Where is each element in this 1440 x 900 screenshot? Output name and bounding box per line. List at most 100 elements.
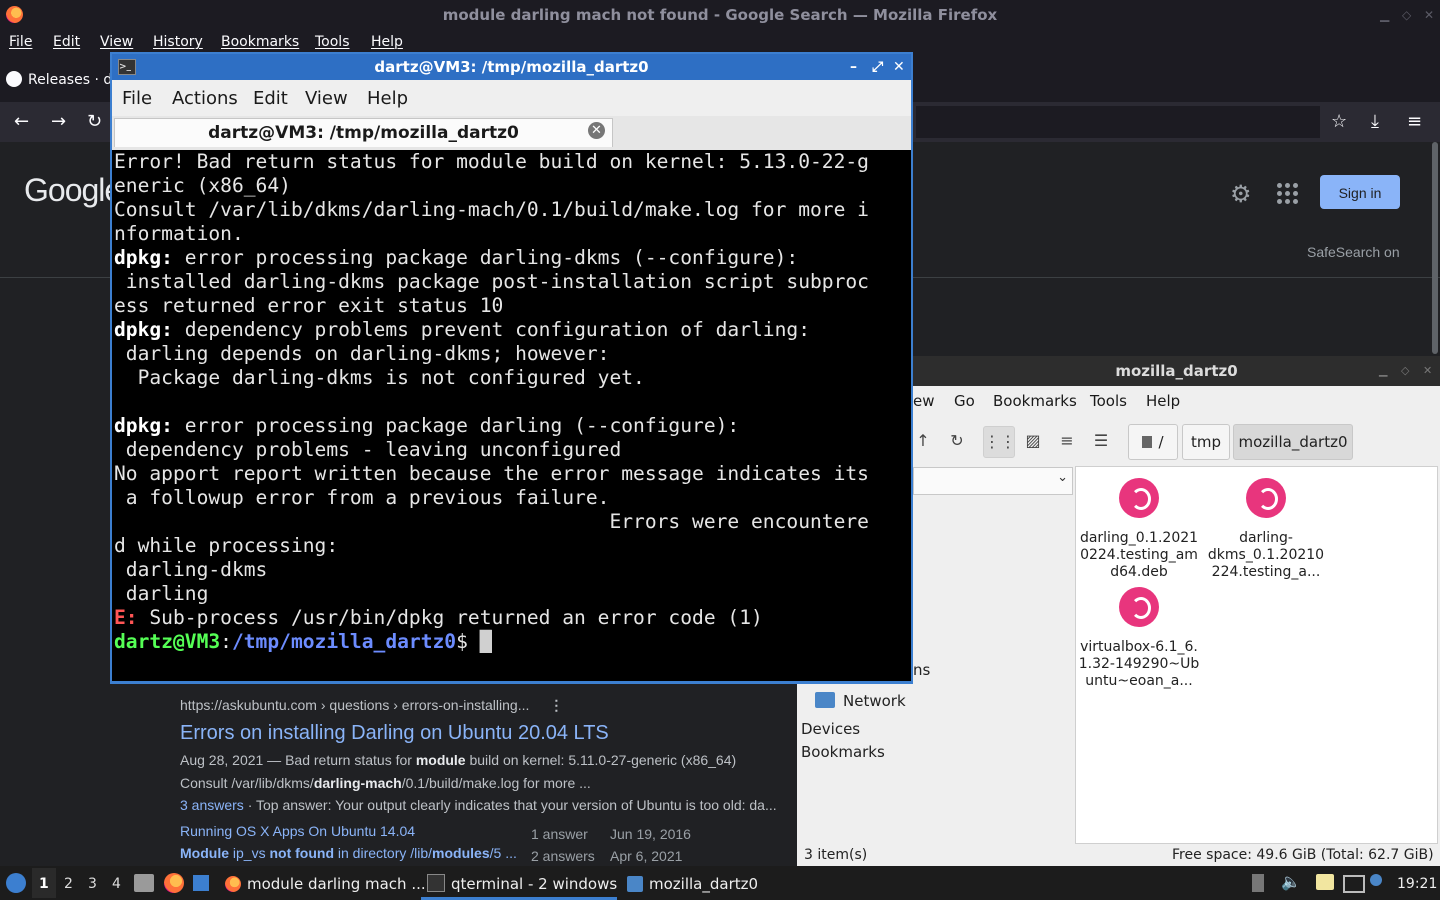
task-qterminal[interactable]: qterminal - 2 windows bbox=[427, 868, 617, 900]
side-pane-selector[interactable]: ⌄ bbox=[913, 467, 1073, 495]
side-item-label: Network bbox=[843, 692, 906, 710]
terminal-line: Error! Bad return status for module buil… bbox=[114, 150, 869, 173]
task-file-manager[interactable]: mozilla_dartz0 bbox=[627, 868, 758, 900]
workspace-3[interactable]: 3 bbox=[88, 876, 97, 892]
minimize-icon[interactable]: – bbox=[850, 54, 857, 80]
close-icon[interactable]: ✕ bbox=[1424, 0, 1434, 30]
close-icon[interactable]: ✕ bbox=[1423, 356, 1432, 386]
desktop-icon[interactable] bbox=[193, 875, 209, 891]
clock[interactable]: 19:21 bbox=[1397, 876, 1437, 892]
sub-result-row[interactable]: Running OS X Apps On Ubuntu 14.04 1 answe… bbox=[180, 823, 691, 842]
back-arrow-icon[interactable]: ← bbox=[14, 102, 29, 142]
breadcrumb-tmp[interactable]: tmp bbox=[1182, 424, 1230, 460]
side-pane-partial-item[interactable]: ns bbox=[913, 661, 930, 679]
apps-grid-icon[interactable] bbox=[1277, 183, 1299, 205]
maximize-icon[interactable]: ◇ bbox=[1401, 356, 1409, 386]
page-scrollbar[interactable] bbox=[1432, 142, 1438, 354]
workspace-1[interactable]: 1 bbox=[39, 876, 49, 892]
reload-icon[interactable]: ↻ bbox=[87, 102, 102, 142]
breadcrumb-root[interactable]: / bbox=[1128, 424, 1178, 460]
sub-result-date: Jun 19, 2016 bbox=[610, 826, 691, 842]
dpkg-label: dpkg: bbox=[114, 318, 173, 341]
forward-arrow-icon[interactable]: → bbox=[51, 102, 66, 142]
thumbnail-view-icon[interactable]: ▨ bbox=[1018, 426, 1048, 456]
folder-icon bbox=[627, 876, 643, 892]
start-menu-icon[interactable] bbox=[6, 873, 26, 893]
google-logo[interactable]: Google bbox=[24, 172, 122, 209]
snippet-text: /0.1/build/make.log for more ... bbox=[401, 775, 591, 791]
terminal-tab[interactable]: dartz@VM3: /tmp/mozilla_dartz0 bbox=[114, 118, 613, 147]
menu-edit[interactable]: Edit bbox=[53, 34, 80, 50]
sub-title-text: in directory /lib/ bbox=[334, 845, 433, 861]
side-section-bookmarks[interactable]: Bookmarks bbox=[801, 743, 885, 761]
terminal-menu-file[interactable]: File bbox=[122, 88, 152, 109]
sign-in-button[interactable]: Sign in bbox=[1320, 175, 1400, 209]
file-name: darling- dkms_0.1.20210 224.testing_a... bbox=[1207, 530, 1325, 580]
firefox-launcher-icon[interactable] bbox=[164, 873, 184, 893]
terminal-line: No apport report written because the err… bbox=[114, 462, 869, 485]
menu-bookmarks[interactable]: Bookmarks bbox=[221, 34, 299, 50]
more-options-icon[interactable]: ⋮ bbox=[549, 697, 563, 713]
menu-history[interactable]: History bbox=[153, 34, 203, 50]
minimize-icon[interactable]: ▁ bbox=[1379, 356, 1387, 386]
file-item[interactable]: darling- dkms_0.1.20210 224.testing_a... bbox=[1204, 470, 1328, 581]
menu-tools[interactable]: Tools bbox=[315, 34, 350, 50]
sub-result-row[interactable]: Module ip_vs not found in directory /lib… bbox=[180, 845, 682, 864]
terminal-menu-edit[interactable]: Edit bbox=[253, 88, 288, 109]
side-section-devices[interactable]: Devices bbox=[801, 720, 860, 738]
minimize-icon[interactable]: ▁ bbox=[1380, 0, 1389, 30]
task-firefox[interactable]: module darling mach ... bbox=[225, 868, 426, 900]
terminal-menu-actions[interactable]: Actions bbox=[172, 88, 238, 109]
reload-icon[interactable]: ↻ bbox=[942, 426, 972, 456]
bookmark-star-icon[interactable]: ☆ bbox=[1331, 102, 1347, 142]
maximize-icon[interactable]: ⤢ bbox=[872, 54, 883, 80]
result-title-link[interactable]: Errors on installing Darling on Ubuntu 2… bbox=[180, 722, 609, 745]
fm-menu-view[interactable]: ew bbox=[913, 392, 935, 410]
terminal-line: darling bbox=[114, 582, 209, 605]
answers-link[interactable]: 3 answers bbox=[180, 797, 244, 813]
file-item[interactable]: darling_0.1.2021 0224.testing_am d64.deb bbox=[1077, 470, 1201, 581]
breadcrumb-mozilla-dartz0[interactable]: mozilla_dartz0 bbox=[1233, 424, 1353, 460]
network-monitor-icon[interactable] bbox=[1343, 875, 1365, 893]
menu-help[interactable]: Help bbox=[371, 34, 403, 50]
file-item[interactable]: virtualbox-6.1_6. 1.32-149290~Ub untu~eo… bbox=[1077, 579, 1201, 690]
close-icon[interactable]: ✕ bbox=[893, 54, 905, 80]
sub-result-answers: 2 answers bbox=[531, 848, 595, 864]
workspace-2[interactable]: 2 bbox=[64, 876, 73, 892]
clipboard-icon[interactable] bbox=[1316, 874, 1334, 890]
result-url[interactable]: https://askubuntu.com › questions › erro… bbox=[180, 697, 563, 714]
side-item-network[interactable]: Network bbox=[815, 692, 906, 710]
terminal-line: installed darling-dkms package post-inst… bbox=[114, 270, 869, 293]
compact-view-icon[interactable]: ≡ bbox=[1052, 426, 1082, 456]
maximize-icon[interactable]: ◇ bbox=[1402, 0, 1411, 30]
fm-menu-help[interactable]: Help bbox=[1146, 392, 1180, 410]
detailed-view-icon[interactable]: ☰ bbox=[1086, 426, 1116, 456]
hamburger-menu-icon[interactable]: ≡ bbox=[1407, 102, 1422, 142]
snippet-bold: module bbox=[415, 752, 466, 768]
battery-icon[interactable] bbox=[1252, 874, 1264, 892]
terminal-line: d while processing: bbox=[114, 534, 339, 557]
file-manager-title: mozilla_dartz0 bbox=[1115, 362, 1238, 380]
file-manager-launcher-icon[interactable] bbox=[134, 874, 154, 892]
terminal-menu-help[interactable]: Help bbox=[367, 88, 408, 109]
icon-view-icon[interactable]: ⋮⋮ bbox=[983, 426, 1016, 458]
downloads-icon[interactable]: ⤓ bbox=[1371, 102, 1379, 142]
notification-icon[interactable] bbox=[1370, 874, 1382, 886]
workspace-4[interactable]: 4 bbox=[112, 876, 121, 892]
terminal-titlebar: >_ dartz@VM3: /tmp/mozilla_dartz0 – ⤢ ✕ bbox=[112, 54, 911, 80]
menu-file[interactable]: File bbox=[9, 34, 32, 50]
fm-menu-tools[interactable]: Tools bbox=[1090, 392, 1127, 410]
sub-result-title[interactable]: Running OS X Apps On Ubuntu 14.04 bbox=[180, 823, 531, 839]
fm-menu-bookmarks[interactable]: Bookmarks bbox=[993, 392, 1077, 410]
sub-result-title[interactable]: Module ip_vs not found in directory /lib… bbox=[180, 845, 531, 861]
gear-icon[interactable]: ⚙ bbox=[1230, 180, 1252, 208]
url-bar[interactable] bbox=[916, 106, 1320, 138]
tab-close-icon[interactable]: ✕ bbox=[588, 122, 605, 139]
volume-icon[interactable]: 🔈 bbox=[1281, 872, 1301, 891]
safesearch-status[interactable]: SafeSearch on bbox=[1307, 244, 1400, 260]
menu-view[interactable]: View bbox=[100, 34, 133, 50]
fm-menu-go[interactable]: Go bbox=[954, 392, 975, 410]
tab-releases[interactable]: Releases · d bbox=[6, 64, 110, 96]
terminal-menu-view[interactable]: View bbox=[305, 88, 348, 109]
dpkg-label: dpkg: bbox=[114, 414, 173, 437]
